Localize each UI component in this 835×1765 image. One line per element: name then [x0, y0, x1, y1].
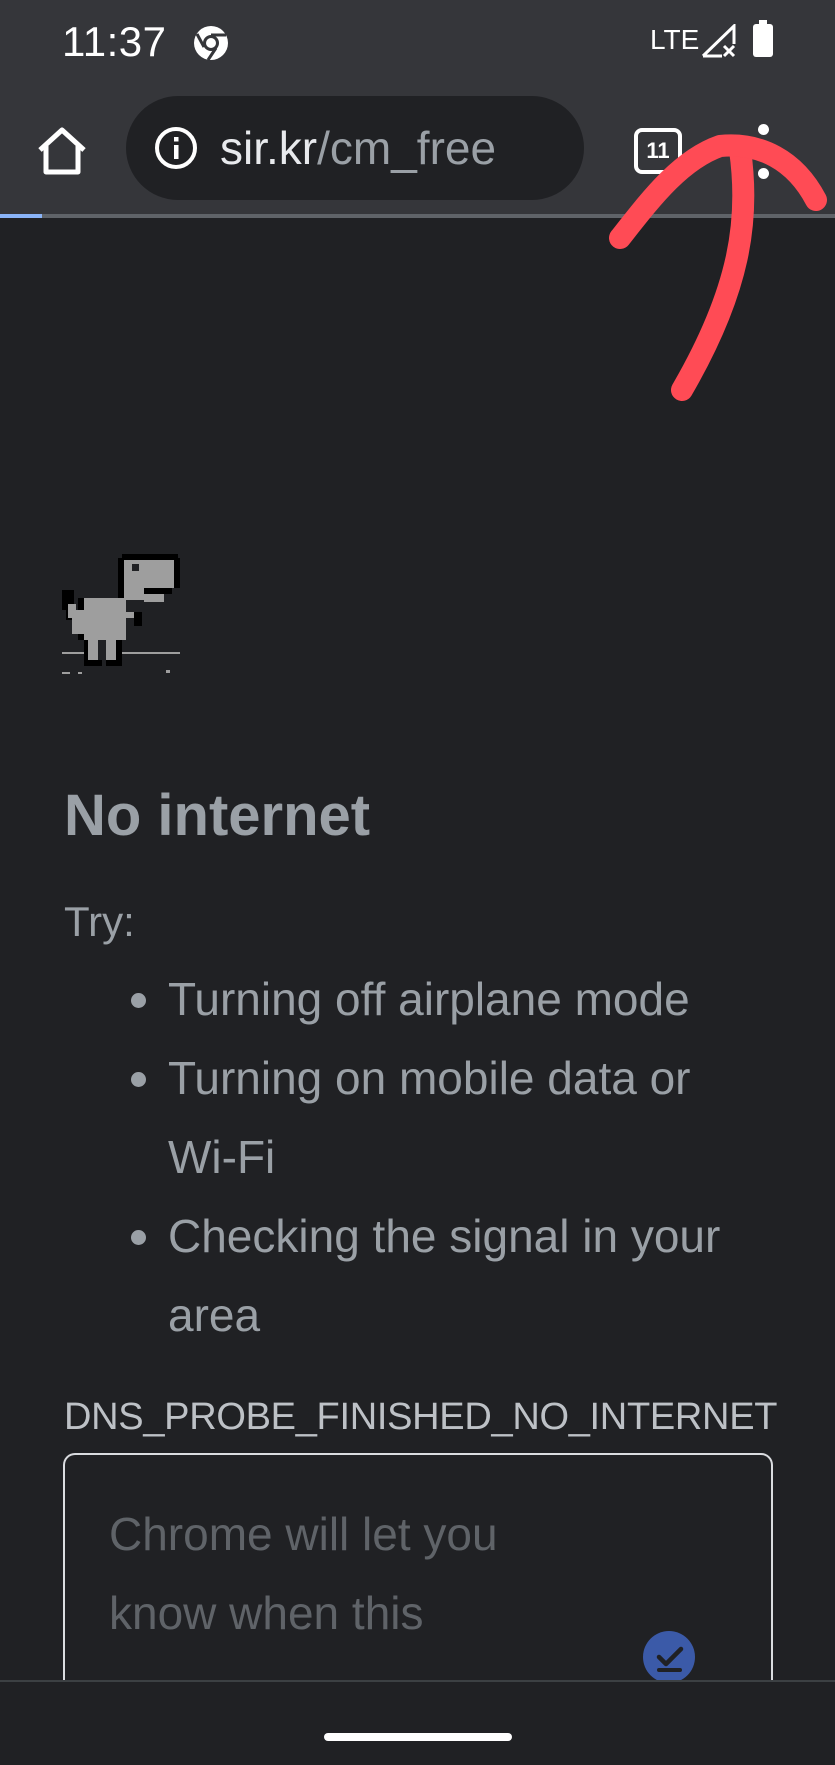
offline-dino-icon [62, 554, 180, 674]
download-check-icon[interactable] [643, 1631, 695, 1683]
progress-fill [0, 214, 42, 218]
network-type: LTE [650, 24, 700, 55]
status-time: 11:37 [62, 18, 167, 65]
suggestion-item: Checking the signal in your area [128, 1197, 768, 1355]
browser-screen: 11:37 LTE sir.kr/cm_free 11 No internet … [0, 0, 835, 1765]
address-bar[interactable]: sir.kr/cm_free [126, 96, 584, 200]
suggestion-item: Turning on mobile data or Wi-Fi [128, 1039, 768, 1197]
info-icon[interactable] [154, 126, 198, 170]
error-code: DNS_PROBE_FINISHED_NO_INTERNET [64, 1396, 778, 1438]
suggestion-list: Turning off airplane mode Turning on mob… [128, 960, 768, 1355]
try-label: Try: [64, 898, 135, 945]
suggestion-item: Turning off airplane mode [128, 960, 768, 1039]
nav-divider [0, 1680, 835, 1682]
url-path: /cm_free [317, 122, 497, 174]
home-icon[interactable] [36, 126, 88, 178]
system-nav-bar [0, 1680, 835, 1765]
url-text[interactable]: sir.kr/cm_free [220, 121, 496, 175]
status-bar: 11:37 LTE [0, 0, 835, 86]
auto-reload-text: Chrome will let you know when this [109, 1508, 498, 1639]
url-host: sir.kr [220, 122, 318, 174]
battery-icon [753, 20, 773, 57]
chrome-icon [194, 26, 228, 61]
annotation-arrow [609, 134, 827, 401]
page-heading: No internet [64, 783, 371, 848]
no-signal-icon [701, 24, 736, 58]
gesture-handle[interactable] [324, 1733, 512, 1741]
